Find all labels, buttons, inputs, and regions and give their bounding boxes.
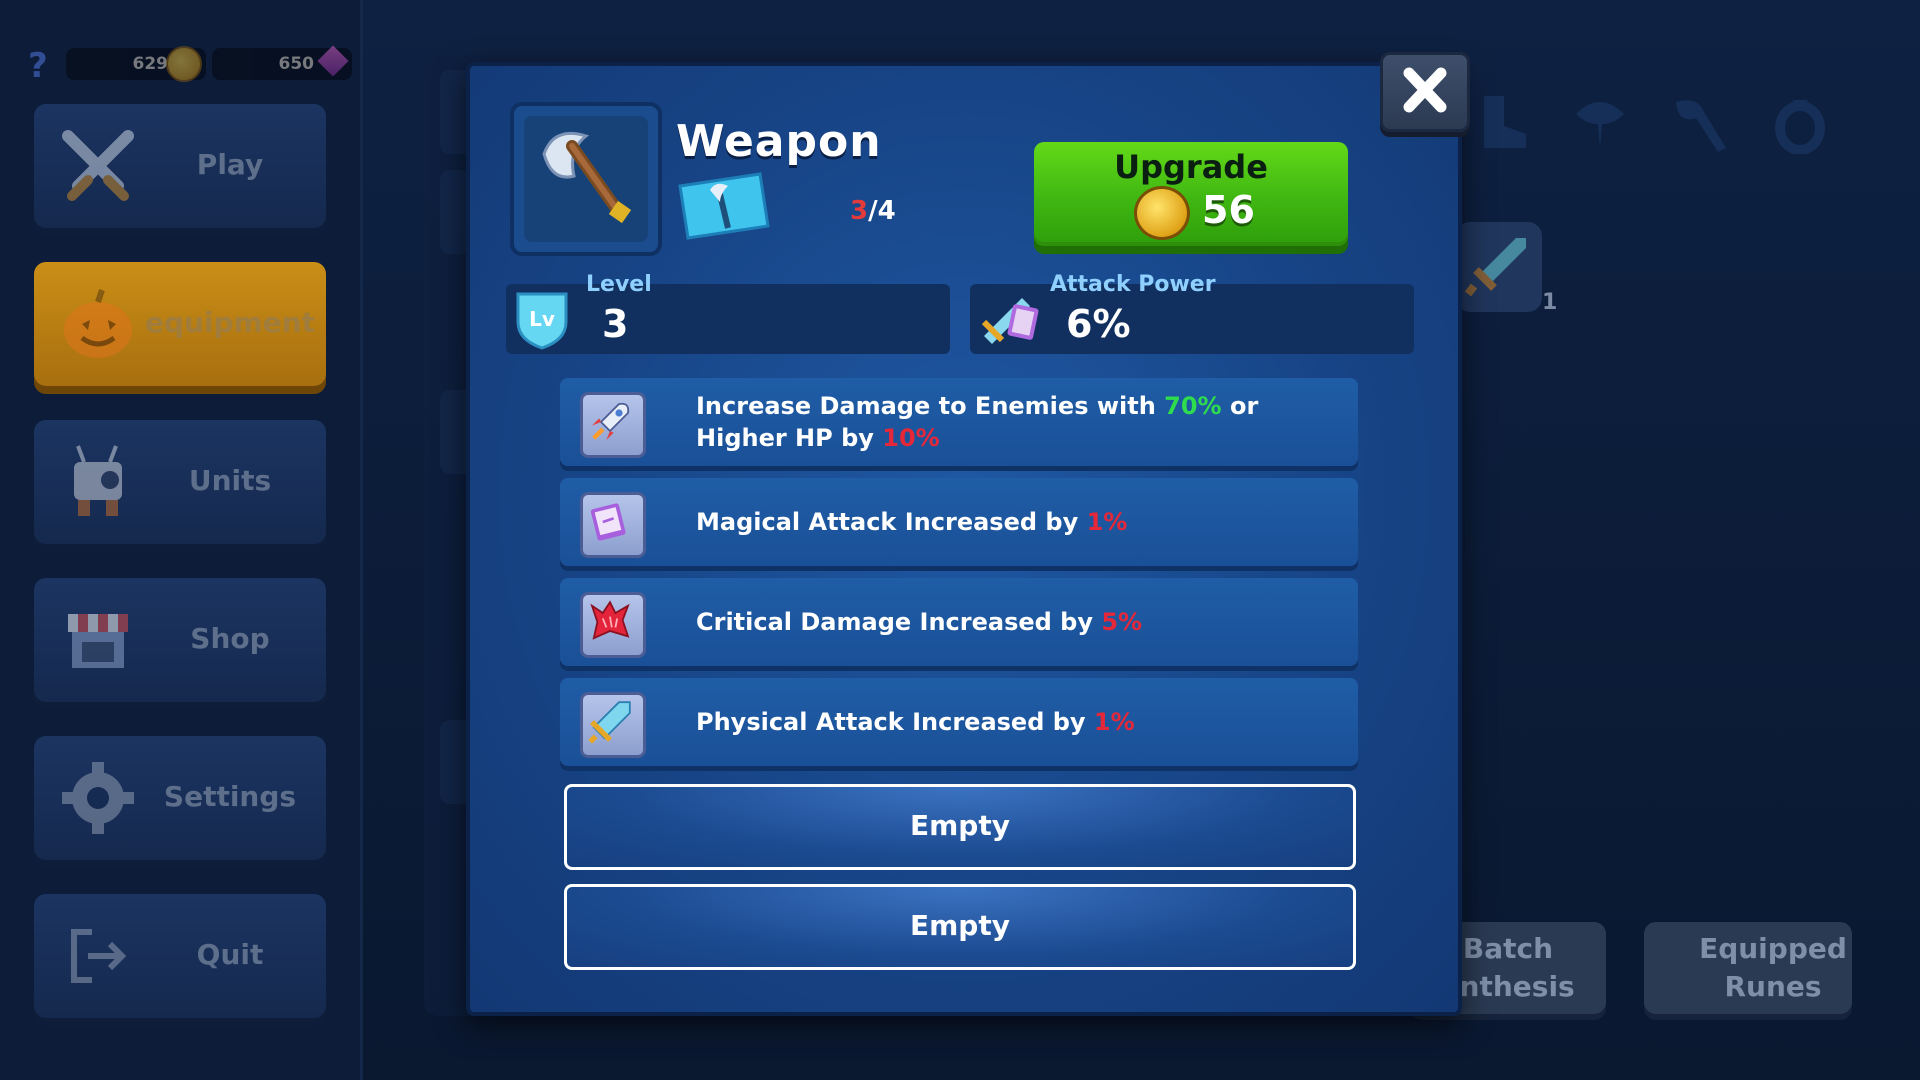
nav-play-label: Play	[196, 148, 264, 181]
gem-icon	[317, 45, 349, 77]
robot-icon	[74, 445, 122, 516]
nav-settings-button[interactable]: Settings	[34, 736, 326, 860]
boot-silhouette-icon[interactable]	[1468, 90, 1532, 154]
equipped-runes-label: Equipped Runes	[1699, 932, 1847, 1003]
axe-silhouette-icon[interactable]	[1668, 90, 1732, 154]
item-count-total: /4	[868, 196, 896, 226]
attribute-text: Magical Attack Increased by 1%	[696, 478, 1342, 566]
attribute-row: Increase Damage to Enemies with 70% or H…	[560, 378, 1358, 466]
attribute-icon-frame	[580, 492, 646, 558]
level-label: Level	[586, 272, 652, 297]
attribute-text-part: Increase Damage to Enemies with	[696, 392, 1165, 420]
sword-and-book-icon	[981, 298, 1039, 344]
nav-equipment-label: equipment	[144, 306, 316, 339]
attack-power-label: Attack Power	[1050, 272, 1216, 297]
exit-icon	[71, 929, 127, 983]
upgrade-button[interactable]: Upgrade 56	[1034, 142, 1348, 246]
attribute-text-part: Critical Damage Increased by	[696, 608, 1102, 636]
weapon-ticket-icon	[678, 172, 770, 240]
item-title: Weapon	[676, 116, 882, 167]
nav-units-label: Units	[188, 464, 272, 497]
attribute-bonus-value: 10%	[882, 424, 940, 452]
attribute-icon-frame	[580, 592, 646, 658]
level-value: 3	[602, 302, 629, 346]
svg-text:Lv: Lv	[529, 307, 555, 331]
claw-burst-icon	[590, 600, 630, 640]
shop-stall-icon	[68, 614, 128, 668]
attribute-text: Critical Damage Increased by 5%	[696, 578, 1342, 666]
equipped-runes-button[interactable]: Equipped Runes	[1644, 922, 1852, 1014]
pumpkin-icon	[64, 289, 132, 358]
empty-attribute-slot[interactable]: Empty	[564, 784, 1356, 870]
ring-silhouette-icon[interactable]	[1768, 90, 1832, 154]
attribute-text: Increase Damage to Enemies with 70% or H…	[696, 378, 1342, 466]
attribute-bonus-value: 1%	[1093, 708, 1135, 736]
rune-card-count: 1	[1542, 290, 1558, 315]
level-stat: Lv Level 3	[506, 272, 950, 354]
coin-icon	[166, 46, 202, 82]
coin-icon	[1134, 186, 1190, 240]
rocket-icon	[592, 402, 630, 440]
upgrade-cost: 56	[1202, 188, 1255, 232]
amulet-silhouette-icon[interactable]	[1568, 90, 1632, 154]
attribute-icon-frame	[580, 692, 646, 758]
nav-settings-label: Settings	[163, 780, 297, 813]
nav-play-button[interactable]: Play	[34, 104, 326, 228]
gold-amount: 629	[132, 54, 169, 74]
close-icon	[1403, 67, 1447, 113]
weapon-portrait	[510, 102, 662, 256]
attribute-threshold-value: 70%	[1164, 392, 1222, 420]
attribute-text-part: Magical Attack Increased by	[696, 508, 1087, 536]
attribute-bonus-value: 1%	[1086, 508, 1128, 536]
attribute-row: Physical Attack Increased by 1%	[560, 678, 1358, 766]
sword-icon	[588, 701, 631, 744]
crossed-swords-icon	[62, 130, 134, 201]
attribute-bonus-value: 5%	[1101, 608, 1143, 636]
sword-icon	[1464, 238, 1526, 297]
attribute-row: Magical Attack Increased by 1%	[560, 478, 1358, 566]
gear-icon	[62, 762, 134, 834]
nav-equipment-button[interactable]: equipment	[34, 262, 326, 386]
attribute-text: Physical Attack Increased by 1%	[696, 678, 1342, 766]
empty-slot-label: Empty	[910, 809, 1010, 842]
attack-power-value: 6%	[1066, 302, 1131, 346]
item-count-current: 3	[850, 196, 869, 226]
gem-counter: 650	[212, 45, 352, 80]
attribute-icon-frame	[580, 392, 646, 458]
help-icon[interactable]: ?	[28, 46, 48, 86]
level-shield-icon: Lv	[516, 292, 568, 350]
spellbook-icon	[590, 503, 626, 541]
attack-power-stat: Attack Power 6%	[970, 272, 1414, 354]
rune-card[interactable]	[1456, 222, 1542, 312]
close-button[interactable]	[1380, 52, 1470, 132]
currency-bar: ? 629 650	[24, 44, 354, 86]
empty-slot-label: Empty	[910, 909, 1010, 942]
nav-quit-button[interactable]: Quit	[34, 894, 326, 1018]
nav-shop-label: Shop	[190, 622, 270, 655]
attribute-text-part: Physical Attack Increased by	[696, 708, 1094, 736]
gem-amount: 650	[278, 54, 315, 74]
nav-units-button[interactable]: Units	[34, 420, 326, 544]
gold-counter: 629	[66, 46, 206, 82]
sidebar: ? 629 650 Play equipment Units Shop Sett…	[0, 0, 363, 1080]
empty-attribute-slot[interactable]: Empty	[564, 884, 1356, 970]
battle-axe-icon	[542, 131, 632, 224]
item-count: 3/4	[850, 196, 896, 226]
nav-shop-button[interactable]: Shop	[34, 578, 326, 702]
nav-quit-label: Quit	[196, 938, 264, 971]
attribute-row: Critical Damage Increased by 5%	[560, 578, 1358, 666]
upgrade-label: Upgrade	[1114, 148, 1268, 186]
